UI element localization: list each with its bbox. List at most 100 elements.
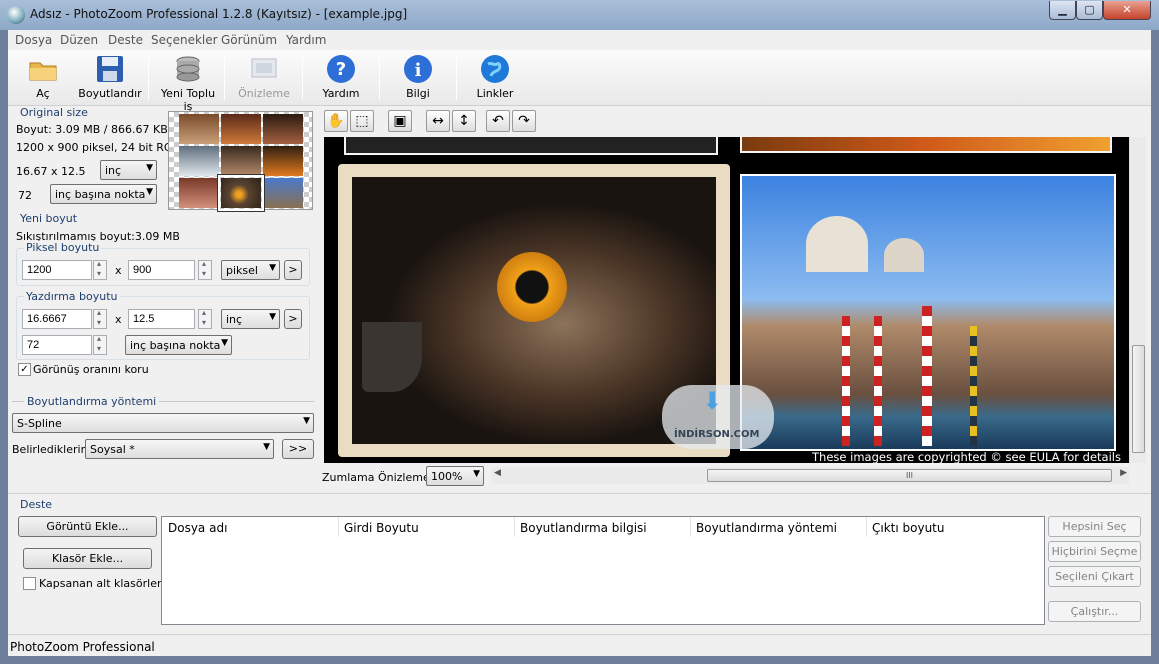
- links-button[interactable]: Linkler: [463, 54, 527, 104]
- minimize-button[interactable]: ▁: [1049, 1, 1076, 20]
- method-heading: Boyutlandırma yöntemi: [24, 395, 160, 408]
- preview-canvas[interactable]: ⬇ İNDİRSON.COM These images are copyrigh…: [324, 137, 1129, 463]
- close-button[interactable]: ✕: [1103, 1, 1151, 20]
- method-value: S-Spline: [17, 417, 62, 430]
- print-more-button[interactable]: >: [284, 309, 302, 329]
- zoom-value: 100%: [431, 470, 463, 483]
- info-button[interactable]: i Bilgi: [386, 54, 450, 104]
- queue-list[interactable]: [161, 537, 1045, 625]
- client-area: Dosya Düzen Deste Seçenekler Görünüm Yar…: [8, 30, 1151, 656]
- keep-aspect-label: Görünüş oranını koru: [33, 363, 149, 376]
- status-text: PhotoZoom Professional: [10, 640, 155, 654]
- toolbar-separator: [456, 56, 457, 100]
- original-unit-select[interactable]: inç ▼: [100, 160, 157, 180]
- scroll-right-icon[interactable]: ▶: [1120, 468, 1127, 478]
- new-size-heading: Yeni boyut: [20, 212, 78, 225]
- thumbnail-image: [263, 178, 303, 208]
- select-all-button[interactable]: Hepsini Seç: [1048, 516, 1141, 537]
- horizontal-scrollbar[interactable]: ◀ III ▶: [492, 467, 1129, 484]
- pixel-size-heading: Piksel boyutu: [24, 241, 102, 254]
- column-input-size[interactable]: Girdi Boyutu: [344, 521, 419, 535]
- run-button[interactable]: Çalıştır...: [1048, 601, 1141, 622]
- rotate-right-button[interactable]: ↷: [512, 110, 536, 132]
- flip-horizontal-button[interactable]: ↔: [426, 110, 450, 132]
- scroll-left-icon[interactable]: ◀: [494, 468, 501, 478]
- open-button[interactable]: Aç: [11, 54, 75, 104]
- info-label: Bilgi: [406, 87, 430, 100]
- resize-button[interactable]: Boyutlandır: [78, 54, 142, 104]
- preview-button[interactable]: Önizleme: [232, 54, 296, 104]
- subfolders-checkbox[interactable]: [23, 577, 36, 590]
- links-label: Linkler: [476, 87, 514, 100]
- queue-header: Dosya adı Girdi Boyutu Boyutlandırma bil…: [161, 516, 1045, 538]
- pixel-height-input[interactable]: [128, 260, 195, 280]
- add-folder-button[interactable]: Klasör Ekle...: [23, 548, 152, 569]
- thumbnail-viewport-frame[interactable]: [217, 174, 265, 212]
- print-resolution-input[interactable]: [22, 335, 92, 355]
- original-res-unit-select[interactable]: inç başına nokta ▼: [50, 184, 157, 204]
- crop-icon: ⬚: [355, 113, 369, 129]
- select-tool-button[interactable]: ⬚: [350, 110, 374, 132]
- zoom-select[interactable]: 100% ▼: [426, 466, 484, 486]
- open-label: Aç: [36, 87, 50, 100]
- column-separator: [514, 517, 515, 537]
- print-width-input[interactable]: [22, 309, 92, 329]
- help-button[interactable]: ? Yardım: [309, 54, 373, 104]
- pixel-unit-select[interactable]: piksel ▼: [221, 260, 280, 280]
- menu-batch[interactable]: Deste: [108, 33, 143, 47]
- menu-file[interactable]: Dosya: [15, 33, 52, 47]
- print-res-unit-select[interactable]: inç başına nokta ▼: [125, 335, 232, 355]
- vertical-scroll-thumb[interactable]: [1132, 345, 1145, 453]
- owl-eye: [497, 252, 567, 322]
- pixel-width-stepper[interactable]: [93, 259, 107, 280]
- menu-help[interactable]: Yardım: [286, 33, 326, 47]
- divider: [8, 493, 1151, 494]
- preview-label: Önizleme: [238, 87, 290, 100]
- fit-icon: ▣: [393, 113, 407, 129]
- flip-vertical-button[interactable]: ↕: [452, 110, 476, 132]
- zoom-label: Zumlama Önizlemesi:: [322, 471, 443, 484]
- preset-more-button[interactable]: >>: [282, 439, 314, 459]
- print-unit-value: inç: [226, 313, 243, 326]
- folder-icon: [28, 54, 58, 84]
- add-image-button[interactable]: Görüntü Ekle...: [18, 516, 157, 537]
- pixel-width-input[interactable]: [22, 260, 92, 280]
- method-select[interactable]: S-Spline ▼: [12, 413, 314, 433]
- pixel-more-button[interactable]: >: [284, 260, 302, 280]
- horizontal-scroll-thumb[interactable]: III: [707, 469, 1112, 482]
- preset-select[interactable]: Soysal * ▼: [85, 439, 274, 459]
- mooring-pole: [970, 326, 977, 446]
- thumbnail-image: [179, 114, 219, 144]
- print-height-stepper[interactable]: [198, 308, 212, 329]
- maximize-button[interactable]: ▢: [1076, 1, 1103, 20]
- svg-text:i: i: [415, 60, 422, 81]
- column-separator: [866, 517, 867, 537]
- column-resize-method[interactable]: Boyutlandırma yöntemi: [696, 521, 837, 535]
- menu-view[interactable]: Görünüm: [221, 33, 277, 47]
- menu-edit[interactable]: Düzen: [60, 33, 98, 47]
- remove-selected-button[interactable]: Seçileni Çıkart: [1048, 566, 1141, 587]
- toolbar-separator: [379, 56, 380, 100]
- column-resize-info[interactable]: Boyutlandırma bilgisi: [520, 521, 647, 535]
- new-batch-button[interactable]: Yeni Toplu iş: [156, 54, 220, 113]
- original-res-unit-value: inç başına nokta: [55, 188, 146, 201]
- fit-tool-button[interactable]: ▣: [388, 110, 412, 132]
- menu-options[interactable]: Seçenekler: [151, 33, 218, 47]
- print-width-stepper[interactable]: [93, 308, 107, 329]
- print-height-input[interactable]: [128, 309, 195, 329]
- thumbnail-navigator[interactable]: [168, 111, 313, 212]
- keep-aspect-checkbox[interactable]: ✓: [18, 363, 31, 376]
- column-filename[interactable]: Dosya adı: [168, 521, 227, 535]
- vertical-scrollbar[interactable]: [1129, 137, 1146, 463]
- print-resolution-stepper[interactable]: [93, 334, 107, 355]
- times-sign: x: [115, 313, 122, 326]
- watermark-cloud: ⬇ İNDİRSON.COM: [662, 385, 774, 449]
- column-separator: [690, 517, 691, 537]
- rotate-left-button[interactable]: ↶: [486, 110, 510, 132]
- mooring-pole: [874, 316, 882, 446]
- hand-tool-button[interactable]: ✋: [324, 110, 348, 132]
- pixel-height-stepper[interactable]: [198, 259, 212, 280]
- select-none-button[interactable]: Hiçbirini Seçme: [1048, 541, 1141, 562]
- column-output-size[interactable]: Çıktı boyutu: [872, 521, 945, 535]
- print-unit-select[interactable]: inç ▼: [221, 309, 280, 329]
